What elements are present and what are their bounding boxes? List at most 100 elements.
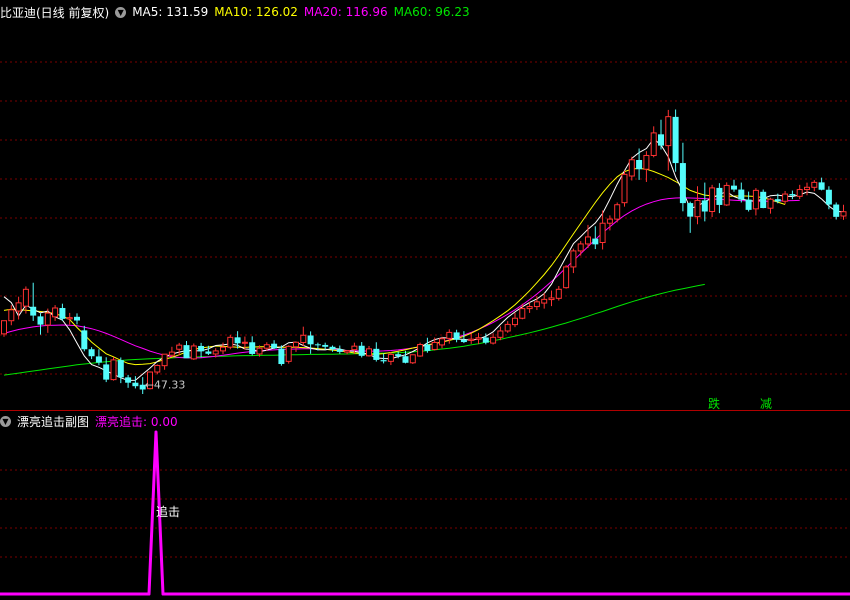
candle-body — [205, 351, 212, 354]
candle-body — [190, 345, 197, 360]
candle-body — [22, 288, 29, 307]
candle-body — [37, 316, 44, 325]
candle-body — [212, 350, 219, 355]
candle-body — [285, 345, 292, 362]
candle-body — [1, 320, 7, 335]
candle-body — [621, 173, 628, 204]
stock-chart[interactable]: ←47.33 跌 减追击 — [0, 0, 850, 600]
candle-body — [475, 337, 482, 340]
min-price-label: ←47.33 — [145, 379, 186, 392]
candle-body — [117, 360, 124, 378]
candle-body — [709, 187, 716, 213]
candle-body — [804, 186, 810, 191]
candle-body — [453, 332, 460, 340]
candle-body — [409, 354, 416, 364]
candle-body — [249, 342, 256, 354]
candle-body — [380, 360, 387, 362]
candle-body — [541, 298, 548, 304]
candle-body — [519, 308, 526, 319]
candle-body — [555, 288, 562, 299]
candle-body — [30, 306, 37, 316]
candle-body — [526, 306, 533, 310]
candle-body — [88, 349, 95, 357]
candle-body — [533, 301, 540, 308]
candle-body — [548, 297, 555, 301]
candle-body — [8, 309, 15, 322]
candle-body — [563, 266, 570, 289]
candle-body — [840, 211, 847, 217]
candle-body — [439, 338, 445, 346]
candle-body — [110, 359, 117, 381]
candle-body — [628, 159, 635, 177]
candle-body — [614, 204, 621, 220]
candle-body — [636, 159, 643, 170]
candle-body — [395, 354, 402, 357]
candle-body — [366, 348, 372, 357]
candle-body — [665, 116, 672, 147]
candle-body — [256, 347, 263, 355]
candle-body — [417, 344, 424, 357]
candle-body — [358, 345, 365, 356]
candle-body — [66, 317, 73, 320]
candle-body — [329, 346, 336, 350]
candle-body — [679, 163, 686, 204]
candle-body — [446, 331, 453, 339]
candle-body — [731, 185, 737, 190]
spike-label: 追击 — [156, 504, 180, 519]
signal-marker: 减 — [760, 397, 772, 411]
candle-body — [738, 189, 745, 200]
chase-signal-line — [0, 430, 850, 596]
candle-body — [818, 182, 825, 190]
candle-body — [767, 198, 774, 209]
candle-body — [52, 307, 59, 318]
candle-body — [95, 356, 102, 363]
candle-body — [482, 337, 489, 343]
candle-body — [789, 194, 796, 196]
candle-body — [344, 350, 351, 353]
candle-body — [592, 238, 599, 245]
candle-body — [825, 189, 832, 205]
candle-body — [658, 134, 664, 146]
candle-body — [234, 337, 241, 344]
candle-body — [599, 222, 606, 244]
candle-body — [782, 193, 789, 202]
candle-body — [351, 345, 358, 351]
candle-body — [387, 353, 394, 362]
candle-body — [176, 344, 183, 350]
candle-body — [81, 330, 88, 350]
candle-body — [183, 345, 190, 359]
candle-body — [643, 154, 650, 170]
candle-body — [168, 351, 175, 356]
candle-body — [263, 344, 270, 349]
candle-body — [373, 348, 380, 360]
candle-body — [460, 339, 467, 343]
candle-body — [220, 346, 226, 352]
signal-marker: 跌 — [708, 396, 720, 411]
candle-body — [161, 353, 168, 367]
candle-body — [132, 382, 139, 387]
candle-body — [774, 199, 781, 202]
candle-body — [278, 348, 285, 365]
candle-body — [716, 187, 723, 205]
candle-body — [336, 349, 343, 352]
candle-body — [577, 243, 584, 252]
candle-body — [512, 317, 518, 326]
candle-body — [490, 336, 497, 344]
candle-body — [672, 116, 679, 164]
candle-body — [606, 218, 613, 224]
candle-body — [307, 335, 314, 345]
candle-body — [431, 341, 438, 350]
candle-body — [59, 307, 66, 319]
candle-body — [497, 330, 504, 338]
candle-body — [701, 200, 708, 212]
ma20-line — [3, 197, 800, 359]
candle-body — [796, 189, 803, 197]
candle-body — [650, 132, 657, 156]
candle-body — [504, 323, 511, 332]
candle-body — [198, 345, 205, 352]
candle-body — [293, 341, 299, 348]
candle-body — [745, 199, 752, 210]
candle-body — [154, 364, 161, 373]
ma5-line — [3, 138, 844, 381]
candle-body — [15, 302, 22, 312]
